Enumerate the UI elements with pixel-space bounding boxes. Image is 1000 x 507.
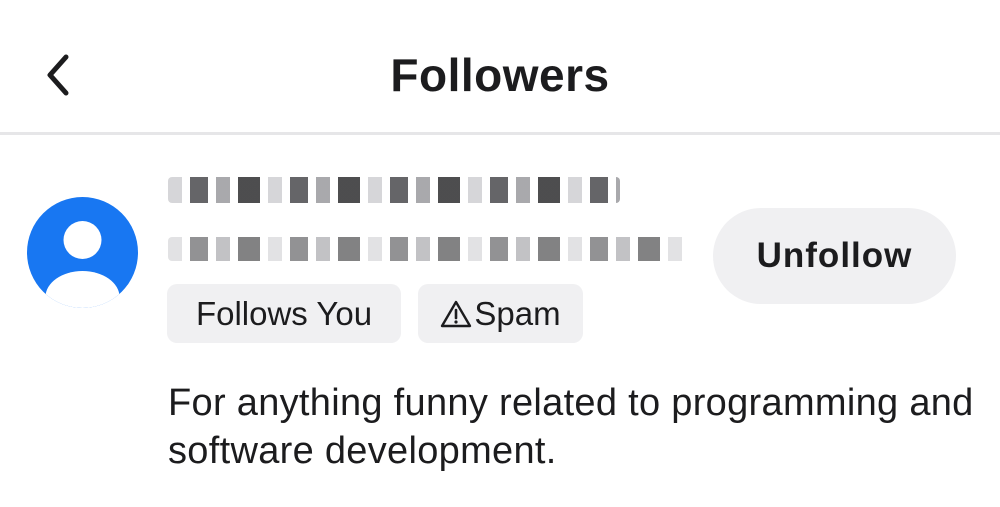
follows-you-badge: Follows You bbox=[167, 284, 401, 343]
redacted-username bbox=[168, 237, 686, 261]
warning-triangle-icon bbox=[441, 300, 472, 327]
follower-row[interactable]: Follows You Spam Unfollow For anything f… bbox=[0, 135, 1000, 507]
redacted-name bbox=[168, 177, 620, 203]
default-profile-icon bbox=[45, 221, 120, 308]
spam-label: Spam bbox=[474, 294, 561, 332]
unfollow-button[interactable]: Unfollow bbox=[713, 208, 956, 304]
unfollow-label: Unfollow bbox=[756, 236, 913, 275]
top-bar: Followers bbox=[0, 0, 1000, 135]
follower-bio: For anything funny related to programmin… bbox=[168, 382, 974, 472]
page-title: Followers bbox=[390, 49, 610, 101]
spam-badge: Spam bbox=[418, 284, 583, 343]
avatar[interactable] bbox=[27, 197, 138, 308]
follows-you-label: Follows You bbox=[195, 294, 373, 332]
